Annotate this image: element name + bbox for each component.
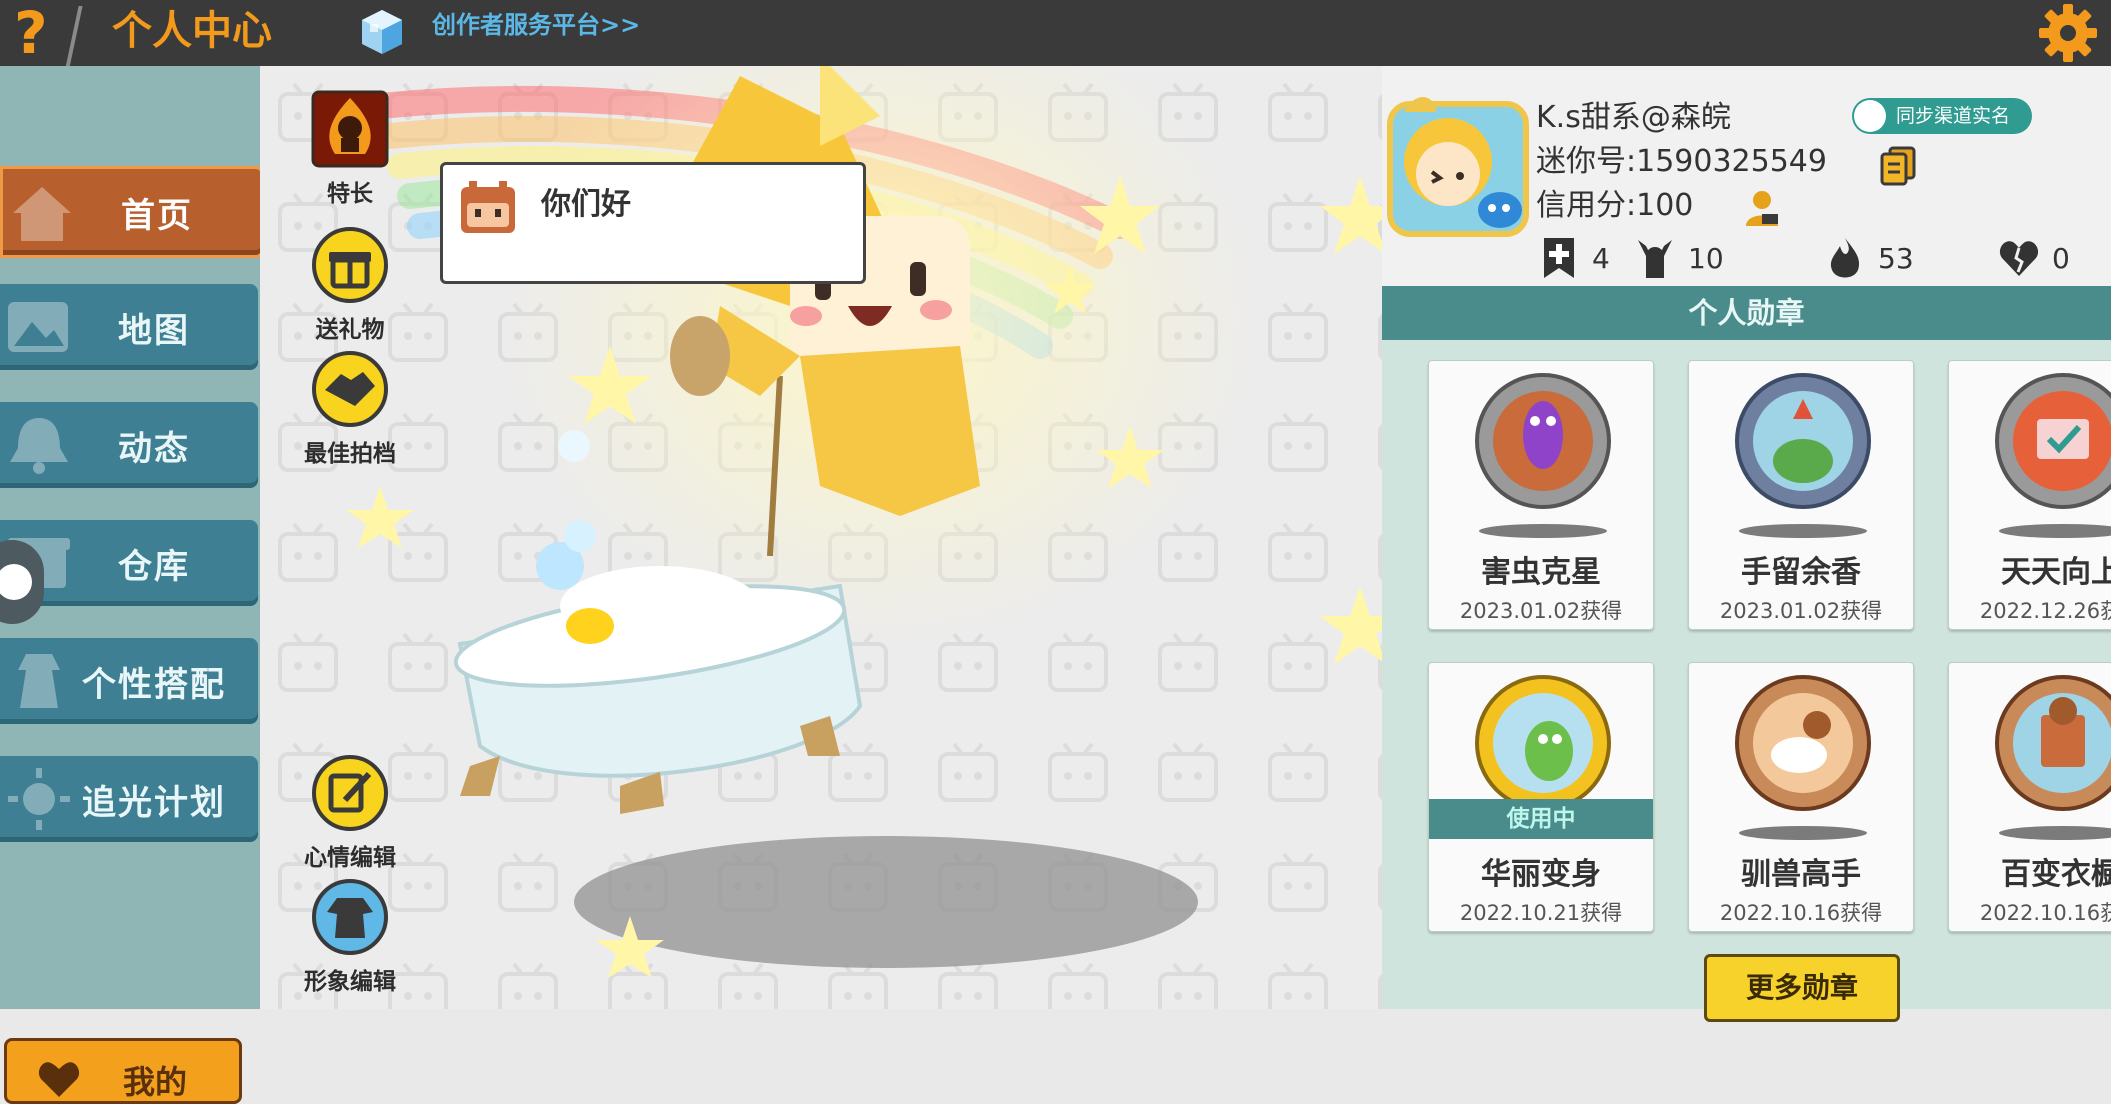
medal-card[interactable]: 手留余香 2023.01.02获得 [1688, 360, 1914, 630]
daily-progress-medal-icon [1995, 373, 2111, 538]
cube-icon[interactable] [356, 6, 408, 58]
medal-date: 2022.12.26获得 [1979, 599, 2111, 623]
sync-realname-label: 同步渠道实名 [1896, 105, 2011, 127]
medal-date: 2023.01.02获得 [1719, 599, 1883, 623]
stat-favorites-value: 4 [1592, 241, 1610, 275]
speech-text: 你们好 [541, 187, 631, 222]
medal-date: 2022.10.21获得 [1459, 901, 1623, 925]
sidebar-item-label: 仓库 [118, 546, 190, 587]
bell-icon [10, 418, 68, 474]
sidebar: 首页 地图 动态 仓库 个性搭配 追光计划 我的 [0, 66, 264, 1104]
medal-name: 天天向上 [2001, 555, 2111, 590]
fragrance-medal-icon [1735, 373, 1871, 538]
in-use-badge: 使用中 [1429, 799, 1653, 839]
medal-name: 手留余香 [1741, 555, 1861, 590]
character-stage: 特长 送礼物 最佳拍档 心情编辑 形象编辑 你们好 [260, 66, 1382, 1009]
clothing-icon [312, 879, 388, 955]
sidebar-item-outfit[interactable]: 个性搭配 [0, 638, 258, 724]
medal-card[interactable]: 天天向上 2022.12.26获得 [1948, 360, 2111, 630]
sidebar-item-label: 动态 [118, 428, 190, 469]
speech-bubble[interactable]: 你们好 [440, 162, 866, 284]
sidebar-item-home[interactable]: 首页 [0, 166, 264, 258]
heart-icon [1999, 241, 2039, 276]
stat-fans-value: 10 [1688, 241, 1724, 275]
stat-popularity[interactable]: 53 [1822, 236, 1914, 280]
best-partner-button[interactable]: 最佳拍档 [300, 350, 400, 468]
sync-realname-button[interactable]: 同步渠道实名 [1852, 98, 2032, 134]
sidebar-item-label: 地图 [118, 310, 190, 351]
image-edit-label: 形象编辑 [304, 969, 396, 995]
fans-icon [1638, 240, 1672, 278]
wardrobe-medal-icon [1995, 675, 2111, 840]
page-title: 个人中心 [112, 8, 272, 54]
stat-popularity-value: 53 [1878, 241, 1914, 275]
profile-panel: K.s甜系@森皖 同步渠道实名 迷你号:1590325549 信用分:100 4… [1382, 66, 2111, 286]
sidebar-item-map[interactable]: 地图 [0, 284, 258, 370]
user-check-icon [1854, 100, 1886, 132]
specialty-label: 特长 [327, 181, 373, 207]
medal-card[interactable]: 使用中 华丽变身 2022.10.21获得 [1428, 662, 1654, 932]
medals-title: 个人勋章 [1382, 286, 2111, 340]
image-edit-button[interactable]: 形象编辑 [300, 878, 400, 996]
handshake-icon [312, 351, 388, 427]
medal-name: 害虫克星 [1481, 555, 1601, 590]
dress-icon [18, 654, 60, 708]
medal-card[interactable]: 害虫克星 2023.01.02获得 [1428, 360, 1654, 630]
medal-name: 驯兽高手 [1741, 857, 1861, 892]
copy-icon[interactable] [1880, 146, 1916, 186]
medal-date: 2022.10.16获得 [1719, 901, 1883, 925]
credit-score: 信用分:100 [1536, 188, 1694, 223]
top-bar: ? 个人中心 创作者服务平台>> [0, 0, 2111, 68]
stat-favorites[interactable]: 4 [1536, 236, 1610, 280]
sidebar-item-feed[interactable]: 动态 [0, 402, 258, 488]
creator-platform-link[interactable]: 创作者服务平台>> [432, 10, 640, 40]
divider [65, 6, 83, 68]
image-icon [8, 302, 68, 352]
medals-panel: 个人勋章 害虫克星 2023.01.02获得 手留余香 2023.01.02获得 [1382, 286, 2111, 1022]
sun-icon [8, 768, 70, 830]
nickname: K.s甜系@森皖 [1536, 100, 1731, 135]
medal-date: 2023.01.02获得 [1459, 599, 1623, 623]
tab-label: 我的 [123, 1063, 188, 1101]
flame-character-icon [311, 90, 389, 168]
flame-icon [1830, 238, 1860, 278]
edit-icon [312, 755, 388, 831]
house-icon [13, 187, 71, 241]
best-partner-label: 最佳拍档 [304, 441, 396, 467]
medal-name: 百变衣橱 [2001, 857, 2111, 892]
person-badge-icon[interactable] [1742, 188, 1782, 228]
character-face-icon [461, 181, 515, 233]
medal-date: 2022.10.16获得 [1979, 901, 2111, 925]
gift-icon [312, 227, 388, 303]
more-medals-button[interactable]: 更多勋章 [1704, 954, 1900, 1022]
sidebar-item-label: 首页 [121, 195, 193, 236]
mini-id: 迷你号:1590325549 [1536, 144, 1827, 179]
medal-card[interactable]: 百变衣橱 2022.10.16获得 [1948, 662, 2111, 932]
specialty-button[interactable]: 特长 [300, 90, 400, 208]
question-mark-icon[interactable]: ? [14, 0, 62, 66]
tab-mine[interactable]: 我的 [4, 1038, 242, 1104]
stat-likes-value: 0 [2052, 241, 2070, 275]
gear-icon[interactable] [2035, 0, 2101, 66]
floating-handle[interactable] [0, 540, 44, 624]
send-gift-button[interactable]: 送礼物 [300, 226, 400, 344]
heart-icon [38, 1062, 80, 1097]
stat-likes[interactable]: 0 [1996, 236, 2070, 280]
beast-tamer-medal-icon [1735, 675, 1871, 840]
medal-name: 华丽变身 [1481, 857, 1601, 892]
mood-edit-label: 心情编辑 [304, 845, 396, 871]
bookmark-plus-icon [1544, 238, 1574, 278]
handle-dot [0, 564, 32, 600]
pest-medal-icon [1475, 373, 1611, 538]
medal-card[interactable]: 驯兽高手 2022.10.16获得 [1688, 662, 1914, 932]
mood-edit-button[interactable]: 心情编辑 [300, 754, 400, 872]
sidebar-item-chase-light[interactable]: 追光计划 [0, 756, 258, 842]
stat-fans[interactable]: 10 [1632, 236, 1724, 280]
send-gift-label: 送礼物 [315, 317, 385, 343]
avatar[interactable] [1384, 92, 1534, 242]
